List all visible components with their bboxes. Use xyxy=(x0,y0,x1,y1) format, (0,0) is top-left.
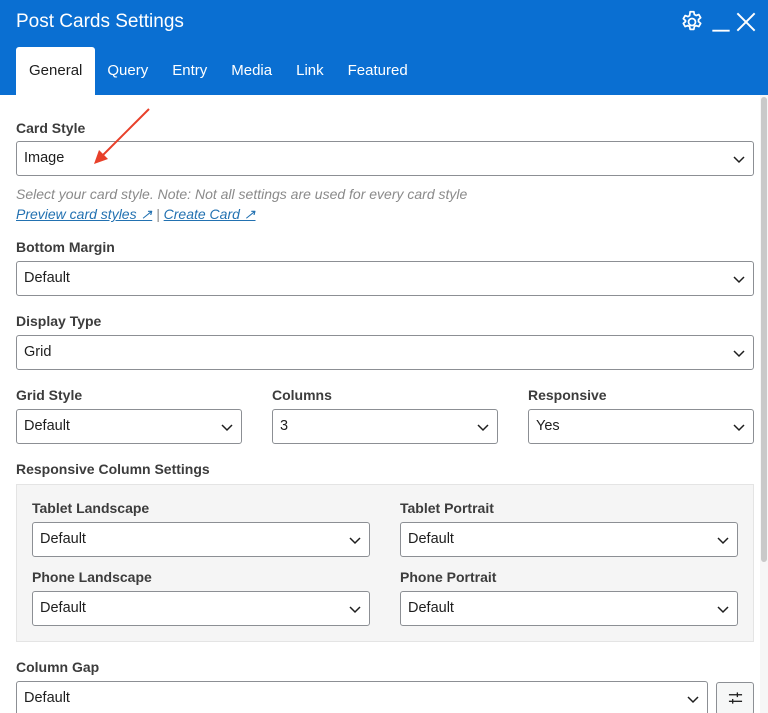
chevron-down-icon xyxy=(220,420,234,434)
tablet-landscape-label: Tablet Landscape xyxy=(32,500,150,516)
phone-landscape-value: Default xyxy=(40,600,86,616)
columns-select[interactable]: 3 xyxy=(272,409,498,444)
columns-value: 3 xyxy=(280,418,289,434)
responsive-select[interactable]: Yes xyxy=(528,409,754,444)
chevron-down-icon xyxy=(348,602,362,616)
card-style-links: Preview card styles ↗ | Create Card ↗ xyxy=(16,205,256,223)
window-title: Post Cards Settings xyxy=(16,11,184,32)
tab-featured[interactable]: Featured xyxy=(336,47,420,95)
chevron-down-icon xyxy=(686,692,700,706)
column-gap-custom-button[interactable] xyxy=(716,682,754,713)
display-type-label: Display Type xyxy=(16,313,102,329)
tablet-portrait-label: Tablet Portrait xyxy=(400,500,494,516)
column-gap-label: Column Gap xyxy=(16,659,100,675)
bottom-margin-value: Default xyxy=(24,270,70,286)
phone-landscape-label: Phone Landscape xyxy=(32,569,152,585)
column-gap-value: Default xyxy=(24,690,70,706)
tablet-landscape-select[interactable]: Default xyxy=(32,522,370,557)
scrollbar-thumb[interactable] xyxy=(761,97,767,562)
link-separator: | xyxy=(156,206,160,222)
phone-portrait-value: Default xyxy=(408,600,454,616)
sliders-icon xyxy=(728,692,743,704)
display-type-value: Grid xyxy=(24,344,52,360)
chevron-down-icon xyxy=(476,420,490,434)
card-style-help: Select your card style. Note: Not all se… xyxy=(16,186,468,202)
columns-label: Columns xyxy=(272,387,332,403)
tablet-landscape-value: Default xyxy=(40,531,86,547)
display-type-select[interactable]: Grid xyxy=(16,335,754,370)
grid-style-label: Grid Style xyxy=(16,387,83,403)
chevron-down-icon xyxy=(732,420,746,434)
card-style-label: Card Style xyxy=(16,120,86,136)
tablet-portrait-value: Default xyxy=(408,531,454,547)
card-style-select[interactable]: Image xyxy=(16,141,754,176)
bottom-margin-select[interactable]: Default xyxy=(16,261,754,296)
chevron-down-icon xyxy=(732,272,746,286)
settings-body: Card Style Image Select your card style.… xyxy=(0,95,768,713)
preview-card-styles-link[interactable]: Preview card styles ↗ xyxy=(16,206,152,222)
responsive-column-settings-label: Responsive Column Settings xyxy=(16,461,210,477)
phone-landscape-select[interactable]: Default xyxy=(32,591,370,626)
tab-link[interactable]: Link xyxy=(284,47,336,95)
chevron-down-icon xyxy=(348,533,362,547)
chevron-down-icon xyxy=(732,152,746,166)
chevron-down-icon xyxy=(716,533,730,547)
chevron-down-icon xyxy=(716,602,730,616)
create-card-link[interactable]: Create Card ↗ xyxy=(164,206,256,222)
responsive-label: Responsive xyxy=(528,387,607,403)
column-gap-select[interactable]: Default xyxy=(16,681,708,713)
tablet-portrait-select[interactable]: Default xyxy=(400,522,738,557)
tab-media[interactable]: Media xyxy=(219,47,284,95)
tab-general[interactable]: General xyxy=(16,47,96,95)
tab-entry[interactable]: Entry xyxy=(160,47,219,95)
card-style-value: Image xyxy=(24,150,65,166)
minimize-icon[interactable] xyxy=(708,9,734,35)
responsive-value: Yes xyxy=(536,418,560,434)
phone-portrait-select[interactable]: Default xyxy=(400,591,738,626)
close-icon[interactable] xyxy=(733,9,759,35)
grid-style-value: Default xyxy=(24,418,70,434)
tab-query[interactable]: Query xyxy=(95,47,160,95)
phone-portrait-label: Phone Portrait xyxy=(400,569,497,585)
bottom-margin-label: Bottom Margin xyxy=(16,239,115,255)
gear-icon[interactable] xyxy=(679,9,705,35)
tab-bar: General Query Entry Media Link Featured xyxy=(16,47,420,95)
chevron-down-icon xyxy=(732,346,746,360)
window-header: Post Cards Settings General Query Entry … xyxy=(0,0,768,95)
grid-style-select[interactable]: Default xyxy=(16,409,242,444)
